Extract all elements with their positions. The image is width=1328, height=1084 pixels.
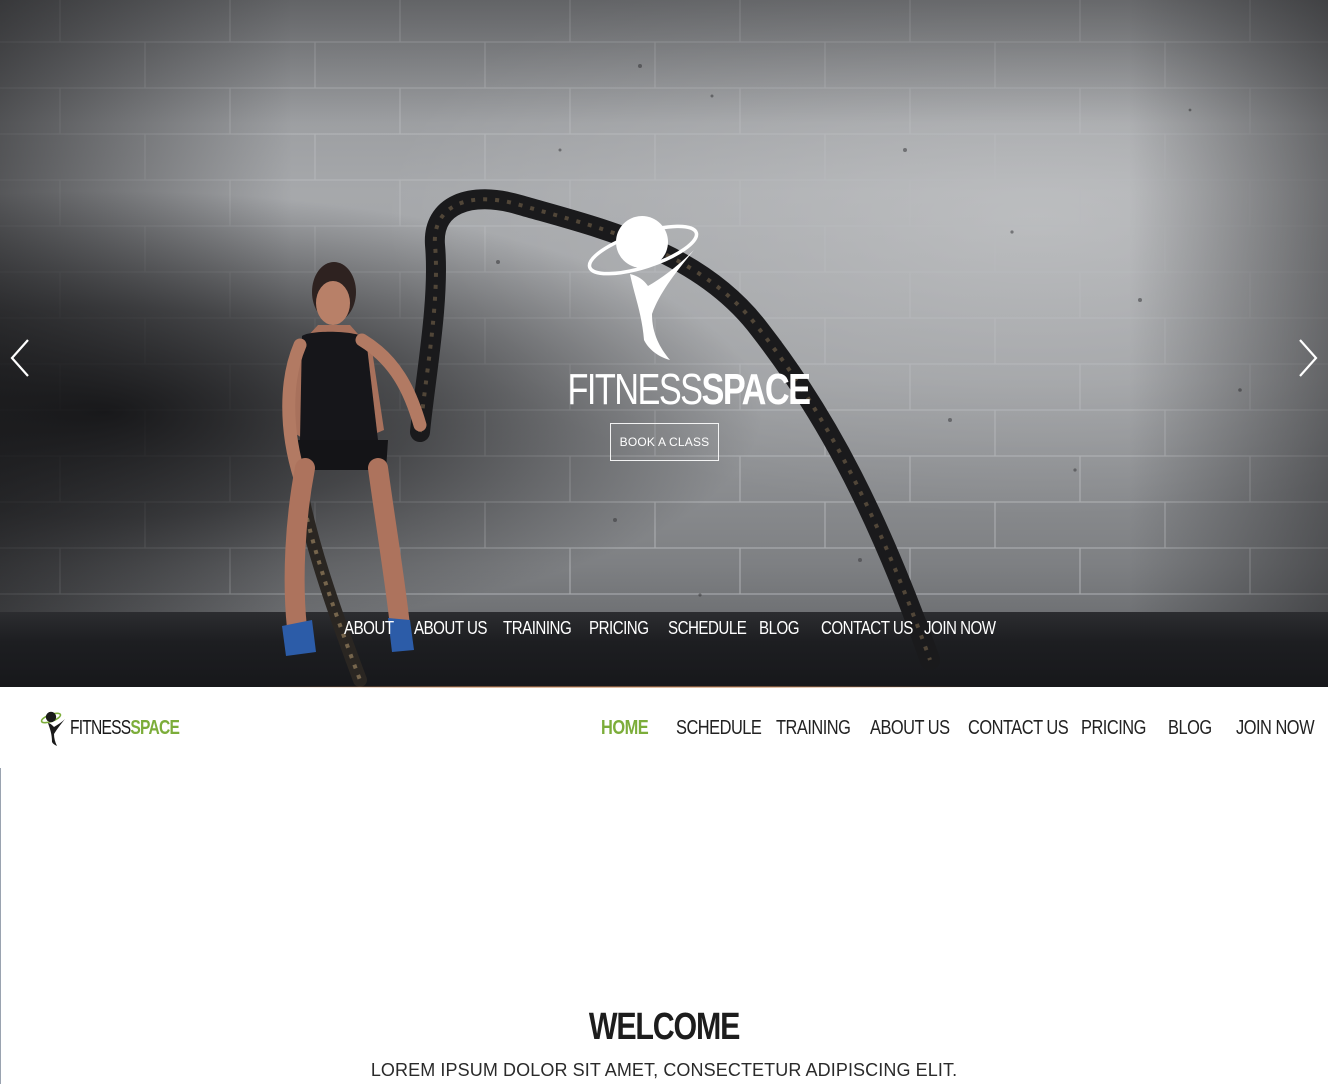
hero-brand-light: FITNESS [567,365,704,414]
hero-nav-join-now[interactable]: JOIN NOW [924,618,996,639]
welcome-title: WELCOME [588,1006,741,1048]
hero-nav-blog[interactable]: BLOG [759,618,811,639]
hero-nav-training[interactable]: TRAINING [503,618,575,639]
welcome-subtitle: LOREM IPSUM DOLOR SIT AMET, CONSECTETUR … [370,1060,958,1080]
nav-item-schedule[interactable]: SCHEDULE [676,714,762,742]
nav-item-training[interactable]: TRAINING [776,714,851,742]
book-class-button[interactable]: BOOK A CLASS [610,423,719,461]
nav-item-blog[interactable]: BLOG [1168,714,1212,742]
hero-nav-contact-us[interactable]: CONTACT US [821,618,913,639]
slider-prev-button[interactable] [0,336,40,380]
nav-item-contact-us[interactable]: CONTACT US [968,714,1069,742]
hero-brand-name: FITNESSSPACE [567,362,811,418]
hero-nav-about[interactable]: ABOUT [344,618,403,639]
hero-nav-schedule[interactable]: SCHEDULE [668,618,747,639]
hero-nav-about-us[interactable]: ABOUT US [414,618,489,639]
nav-item-about-us[interactable]: ABOUT US [870,714,950,742]
nav-item-join-now[interactable]: JOIN NOW [1236,714,1315,742]
site-header: FITNESSSPACE HOME SCHEDULE TRAINING ABOU… [0,688,1328,768]
fitness-figure-icon [587,216,699,360]
slider-next-button[interactable] [1288,336,1328,380]
hero-brand-bold: SPACE [701,365,811,414]
nav-item-pricing[interactable]: PRICING [1081,714,1146,742]
hero-nav: ABOUT ABOUT US TRAINING PRICING SCHEDULE… [344,614,996,642]
page-left-border [0,768,1,1084]
chevron-left-icon [10,339,29,377]
hero-nav-pricing[interactable]: PRICING [589,618,655,639]
chevron-right-icon [1299,339,1318,377]
hero-slider: FITNESSSPACE BOOK A CLASS ABOUT ABOUT US… [0,0,1328,687]
nav-item-home[interactable]: HOME [601,714,649,742]
main-nav: HOME SCHEDULE TRAINING ABOUT US CONTACT … [0,714,1328,742]
